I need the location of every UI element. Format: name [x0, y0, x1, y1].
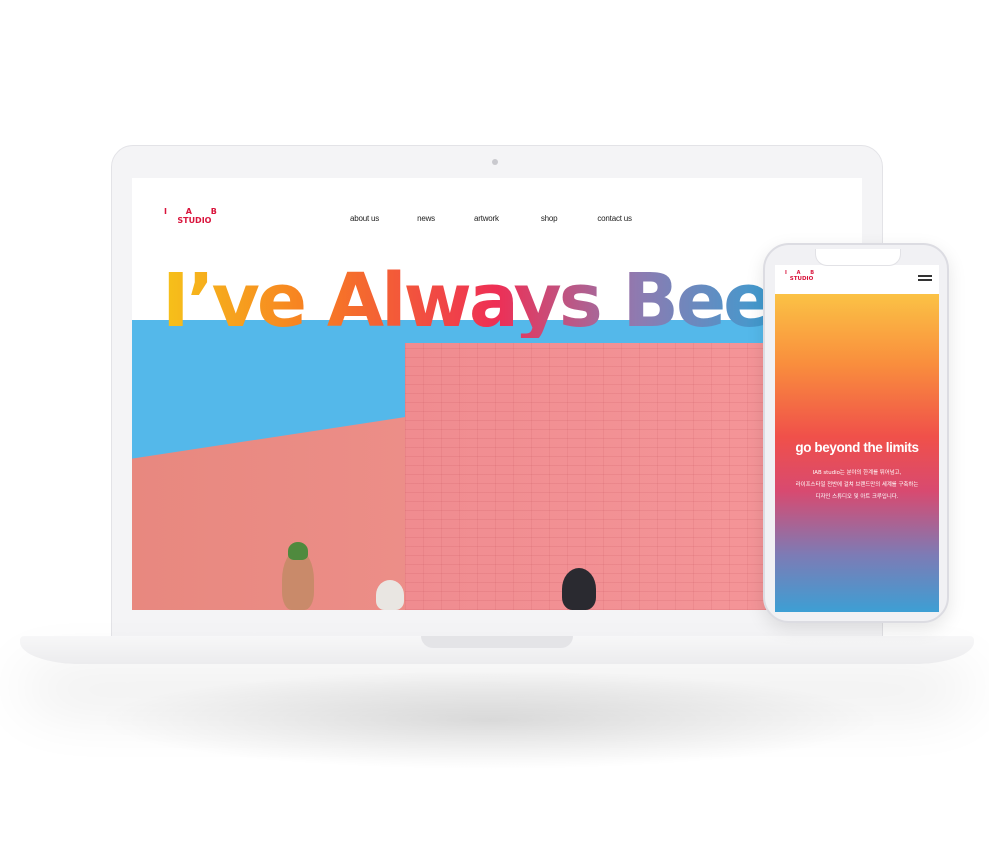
hero-wall-left	[132, 416, 412, 610]
mobile-logo[interactable]: I A B STUDIO	[785, 271, 818, 283]
nav-about-us[interactable]: about us	[350, 214, 379, 223]
hero-person-3	[562, 568, 596, 610]
laptop-camera	[492, 159, 498, 165]
hero-person-2	[376, 580, 404, 610]
mobile-logo-bottom-text: STUDIO	[789, 276, 814, 282]
mobile-body-line-1: IAB studio는 분야의 한계를 뛰어넘고,	[812, 470, 902, 476]
hero-person-1-hair	[288, 542, 308, 560]
nav-artwork[interactable]: artwork	[474, 214, 499, 223]
mobile-title: go beyond the limits	[795, 440, 919, 455]
nav-news[interactable]: news	[417, 214, 435, 223]
site-logo[interactable]: I A B STUDIO	[164, 208, 225, 225]
mobile-body-line-2: 라이프스타일 전반에 걸쳐 브랜드만의 세계를 구축하는	[795, 482, 919, 488]
hero-headline: I’ve Always Bee	[162, 258, 773, 344]
menu-hamburger-icon[interactable]	[918, 275, 932, 283]
nav-contact-us[interactable]: contact us	[597, 214, 632, 223]
hero-photo	[132, 320, 862, 610]
logo-bottom-text: STUDIO	[177, 216, 212, 225]
nav-shop[interactable]: shop	[541, 214, 558, 223]
mobile-body-line-3: 디자인 스튜디오 및 아트 크루입니다.	[815, 494, 899, 500]
mobile-body-text: IAB studio는 분야의 한계를 뛰어넘고, 라이프스타일 전반에 걸쳐 …	[775, 467, 939, 503]
logo-top-text: I A B	[164, 207, 225, 216]
desktop-website-screen: I A B STUDIO about us news artwork shop …	[132, 178, 862, 610]
phone-notch	[815, 249, 901, 266]
main-nav: about us news artwork shop contact us	[350, 214, 632, 223]
laptop-shadow	[95, 670, 885, 770]
laptop-notch	[421, 636, 573, 648]
